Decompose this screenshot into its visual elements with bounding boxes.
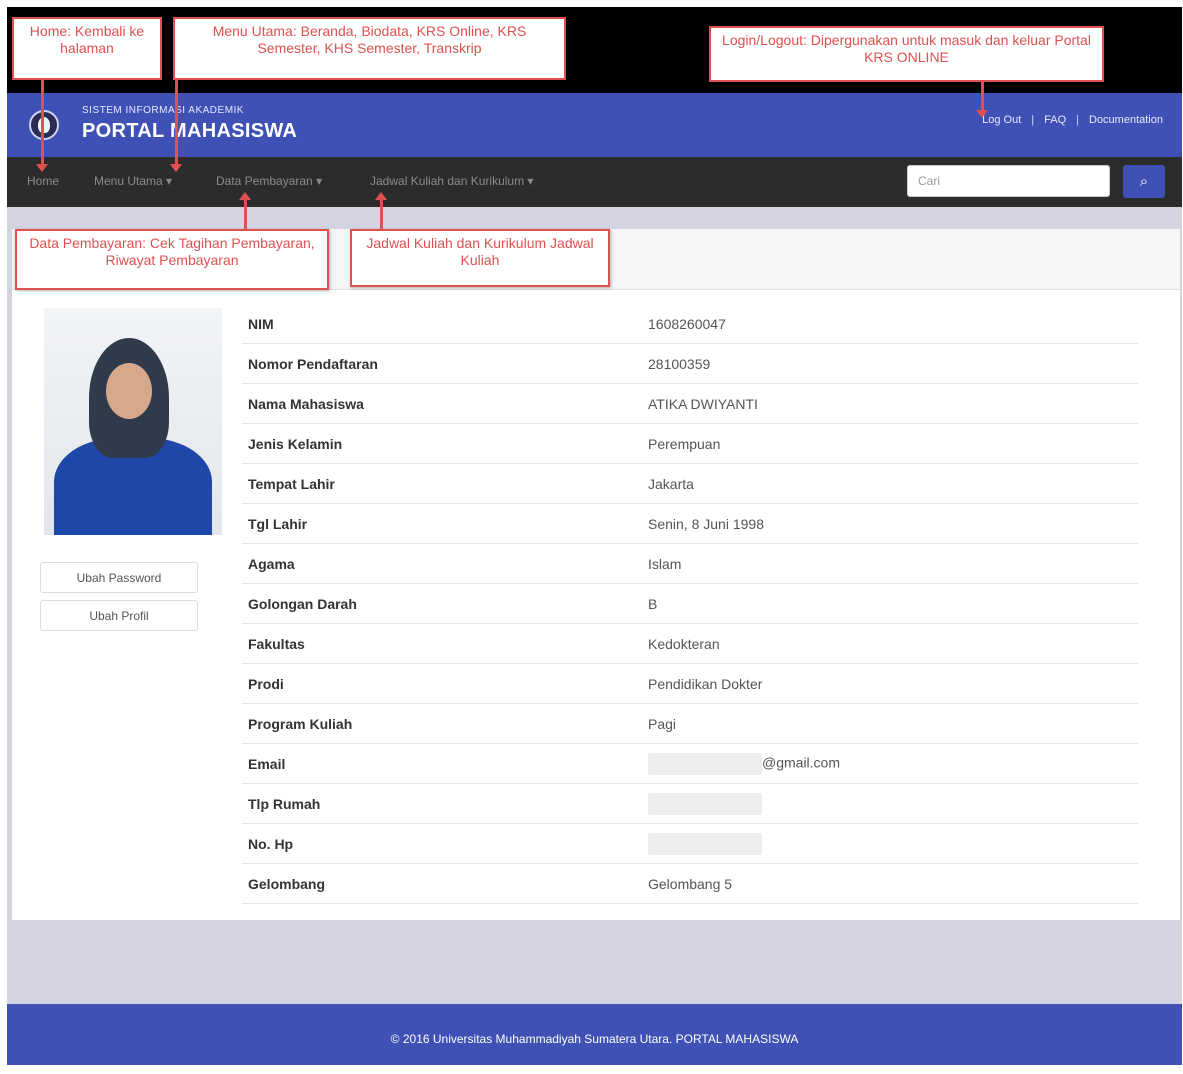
arrow-data-pembayaran [239,192,251,229]
field-value: 1608260047 [642,304,1138,344]
nav-menu-utama[interactable]: Menu Utama ▾ [94,174,172,188]
field-label: Jenis Kelamin [242,423,642,464]
field-value: Perempuan [642,423,1138,464]
table-row: Prodi Pendidikan Dokter [242,663,1138,704]
table-row: Jenis Kelamin Perempuan [242,423,1138,464]
arrow-jadwal-kuliah [375,192,387,229]
arrow-menu-utama [170,80,182,172]
field-value: Pendidikan Dokter [642,663,1138,704]
field-label: No. Hp [242,823,642,864]
table-row: Agama Islam [242,543,1138,584]
nav-jadwal-kuliah-label: Jadwal Kuliah dan Kurikulum [370,174,525,188]
field-value: Jakarta [642,463,1138,504]
field-value: 28100359 [642,343,1138,384]
link-separator: | [1031,114,1035,126]
table-row: Gelombang Gelombang 5 [242,863,1138,904]
field-label: Prodi [242,663,642,704]
table-row: Email @gmail.com [242,743,1138,784]
table-row: Tgl Lahir Senin, 8 Juni 1998 [242,503,1138,544]
nav-jadwal-kuliah[interactable]: Jadwal Kuliah dan Kurikulum ▾ [370,174,533,188]
arrow-home [36,80,48,172]
field-value-text: @gmail.com [762,754,841,771]
search-button[interactable]: ⌕ [1123,165,1165,198]
table-row: Nama Mahasiswa ATIKA DWIYANTI [242,383,1138,424]
field-value: Islam [642,543,1138,584]
field-label: Nomor Pendaftaran [242,343,642,384]
field-label: Program Kuliah [242,703,642,744]
table-row: Tlp Rumah [242,783,1138,824]
field-label: Agama [242,543,642,584]
field-label: Golongan Darah [242,583,642,624]
documentation-link[interactable]: Documentation [1089,114,1163,126]
redacted-block [648,832,762,855]
table-row: NIM 1608260047 [242,304,1138,344]
portal-title: PORTAL MAHASISWA [82,120,298,142]
table-row: Nomor Pendaftaran 28100359 [242,343,1138,384]
field-value: Senin, 8 Juni 1998 [642,503,1138,544]
nav-data-pembayaran[interactable]: Data Pembayaran ▾ [216,174,322,188]
faq-link[interactable]: FAQ [1044,114,1066,126]
table-row: Fakultas Kedokteran [242,623,1138,664]
site-footer: © 2016 Universitas Muhammadiyah Sumatera… [7,1004,1182,1065]
search-icon: ⌕ [1139,173,1149,190]
callout-data-pembayaran: Data Pembayaran: Cek Tagihan Pembayaran,… [15,229,329,290]
nav-home[interactable]: Home [27,174,59,188]
field-label: Fakultas [242,623,642,664]
profile-table: NIM 1608260047 Nomor Pendaftaran 28100359 Na… [242,304,1138,904]
field-value: @gmail.com [642,743,1138,784]
nav-menu-utama-label: Menu Utama [94,174,163,188]
table-row: No. Hp [242,823,1138,864]
table-row: Tempat Lahir Jakarta [242,463,1138,504]
table-row: Golongan Darah B [242,583,1138,624]
callout-home: Home: Kembali ke halaman [12,17,162,80]
field-label: Tgl Lahir [242,503,642,544]
top-links: Log Out | FAQ | Documentation [982,114,1163,126]
link-separator: | [1076,114,1079,126]
field-label: NIM [242,304,642,344]
change-password-button[interactable]: Ubah Password [40,562,198,593]
field-value [642,823,1138,864]
field-value: Pagi [642,703,1138,744]
photo-face [106,363,152,419]
field-label: Nama Mahasiswa [242,383,642,424]
student-photo [44,308,222,535]
system-subtitle: SISTEM INFORMASI AKADEMIK [82,105,244,116]
redacted-block [648,752,762,775]
field-value: Kedokteran [642,623,1138,664]
callout-menu-utama: Menu Utama: Beranda, Biodata, KRS Online… [173,17,566,80]
edit-profile-button[interactable]: Ubah Profil [40,600,198,631]
field-label: Email [242,743,642,784]
field-value: B [642,583,1138,624]
field-label: Tlp Rumah [242,783,642,824]
callout-jadwal-kuliah: Jadwal Kuliah dan Kurikulum Jadwal Kulia… [350,229,610,287]
arrow-login-logout [976,82,988,118]
redacted-block [648,792,762,815]
table-row: Program Kuliah Pagi [242,703,1138,744]
callout-login-logout: Login/Logout: Dipergunakan untuk masuk d… [709,26,1104,82]
university-logo-icon [29,110,59,140]
field-value [642,783,1138,824]
nav-data-pembayaran-label: Data Pembayaran [216,174,313,188]
field-label: Gelombang [242,863,642,904]
field-label: Tempat Lahir [242,463,642,504]
field-value: Gelombang 5 [642,863,1138,904]
search-input[interactable]: Cari [907,165,1110,197]
field-value: ATIKA DWIYANTI [642,383,1138,424]
